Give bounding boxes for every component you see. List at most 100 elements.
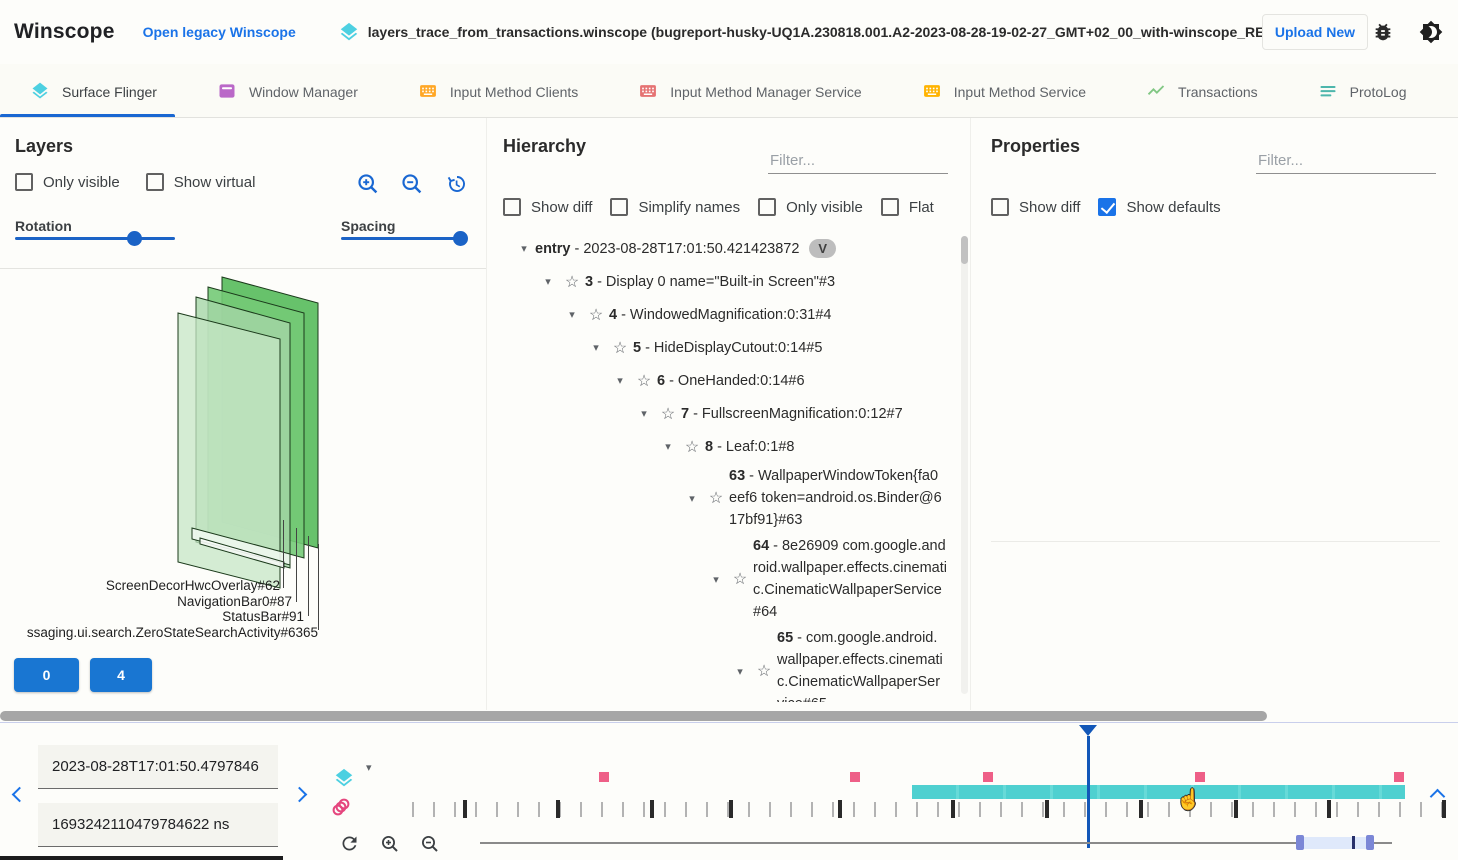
simplify-names-checkbox[interactable]: Simplify names xyxy=(610,198,740,216)
tab-input-method-service[interactable]: Input Method Service xyxy=(892,64,1116,117)
expand-arrow-icon[interactable]: ▾ xyxy=(585,341,607,354)
expand-arrow-icon[interactable]: ▾ xyxy=(609,374,631,387)
checkbox-box[interactable] xyxy=(758,198,776,216)
only-visible-checkbox[interactable]: Only visible xyxy=(758,198,863,216)
transition-marker[interactable] xyxy=(1195,772,1205,782)
expand-arrow-icon[interactable]: ▾ xyxy=(513,242,535,255)
show-diff-checkbox[interactable]: Show diff xyxy=(991,198,1080,216)
checkbox-box[interactable] xyxy=(146,173,164,191)
reset-view-icon[interactable] xyxy=(444,172,468,196)
hierarchy-filter-input[interactable] xyxy=(768,148,948,174)
zoom-slider-range[interactable] xyxy=(1304,837,1366,849)
tree-row[interactable]: ▾☆ 4- WindowedMagnification:0:31#4 xyxy=(487,298,953,331)
prev-entry-button[interactable] xyxy=(12,787,28,803)
timeline-zoom-in-icon[interactable] xyxy=(380,834,402,856)
star-icon[interactable]: ☆ xyxy=(727,569,753,589)
tab-transactions[interactable]: Transactions xyxy=(1116,64,1288,117)
tree-row[interactable]: ▾☆ 5- HideDisplayCutout:0:14#5 xyxy=(487,331,953,364)
expand-arrow-icon[interactable]: ▾ xyxy=(705,573,727,586)
next-entry-button[interactable] xyxy=(292,787,308,803)
zoom-slider-handle-left[interactable] xyxy=(1296,835,1304,850)
display-4-button[interactable]: 4 xyxy=(90,658,152,692)
tab-surface-flinger[interactable]: Surface Flinger xyxy=(0,64,187,117)
hierarchy-scrollbar[interactable] xyxy=(961,236,968,694)
timeline-zoom-out-icon[interactable] xyxy=(420,834,442,856)
transition-marker[interactable] xyxy=(850,772,860,782)
bug-report-icon[interactable] xyxy=(1370,19,1396,45)
transition-marker[interactable] xyxy=(983,772,993,782)
zoom-in-icon[interactable] xyxy=(356,172,380,196)
star-icon[interactable]: ☆ xyxy=(607,338,633,358)
expand-arrow-icon[interactable]: ▾ xyxy=(681,492,703,505)
tree-row[interactable]: ▾☆ 6- OneHanded:0:14#6 xyxy=(487,364,953,397)
active-tab-underline xyxy=(0,114,175,117)
display-0-button[interactable]: 0 xyxy=(14,658,79,692)
timestamp-ns-input[interactable] xyxy=(38,803,278,847)
zoom-slider-track[interactable] xyxy=(480,842,1298,844)
timeline-cursor-head[interactable] xyxy=(1079,725,1097,736)
timestamp-human-input[interactable] xyxy=(38,745,278,789)
winscope-app: Winscope Open legacy Winscope layers_tra… xyxy=(0,0,1458,860)
star-icon[interactable]: ☆ xyxy=(679,437,705,457)
star-icon[interactable]: ☆ xyxy=(703,488,729,508)
3d-layers-view[interactable] xyxy=(0,268,470,598)
show-diff-checkbox[interactable]: Show diff xyxy=(503,198,592,216)
open-legacy-link[interactable]: Open legacy Winscope xyxy=(143,24,296,40)
expand-arrow-icon[interactable]: ▾ xyxy=(561,308,583,321)
transitions-trace-toggle-icon[interactable] xyxy=(330,795,352,817)
zoom-slider-handle-right[interactable] xyxy=(1366,835,1374,850)
tab-window-manager[interactable]: Window Manager xyxy=(187,64,388,117)
layers-trace-toggle-icon[interactable] xyxy=(333,767,355,789)
rotation-slider[interactable] xyxy=(15,237,175,240)
sf-trace-band[interactable] xyxy=(912,785,1405,799)
star-icon[interactable]: ☆ xyxy=(751,661,777,681)
checkbox-box[interactable] xyxy=(15,173,33,191)
expand-arrow-icon[interactable]: ▾ xyxy=(633,407,655,420)
checkbox-box[interactable] xyxy=(503,198,521,216)
checkbox-box[interactable] xyxy=(610,198,628,216)
tree-row[interactable]: ▾☆ 3- Display 0 name="Built-in Screen"#3 xyxy=(487,265,953,298)
checkbox-box[interactable] xyxy=(1098,198,1116,216)
dark-mode-toggle-icon[interactable] xyxy=(1418,19,1444,45)
tree-row-entry[interactable]: ▾ entry- 2023-08-28T17:01:50.421423872 V xyxy=(487,232,953,265)
tab-transitions[interactable]: Tra xyxy=(1436,64,1458,117)
star-icon[interactable]: ☆ xyxy=(631,371,657,391)
tree-row[interactable]: ▾☆ 7- FullscreenMagnification:0:12#7 xyxy=(487,397,953,430)
star-icon[interactable]: ☆ xyxy=(559,272,585,292)
tree-row[interactable]: ▾☆ 64- 8e26909 com.google.android.wallpa… xyxy=(487,533,953,625)
scrollbar-thumb[interactable] xyxy=(961,236,968,264)
expand-arrow-icon[interactable]: ▾ xyxy=(729,665,751,678)
rotation-slider-thumb[interactable] xyxy=(127,231,142,246)
checkbox-box[interactable] xyxy=(881,198,899,216)
zoom-out-icon[interactable] xyxy=(400,172,424,196)
properties-divider xyxy=(991,541,1440,542)
star-icon[interactable]: ☆ xyxy=(583,305,609,325)
show-defaults-checkbox[interactable]: Show defaults xyxy=(1098,198,1220,216)
star-icon[interactable]: ☆ xyxy=(655,404,681,424)
upload-new-button[interactable]: Upload New xyxy=(1262,14,1368,50)
trace-dropdown-caret[interactable]: ▾ xyxy=(366,761,372,774)
expand-arrow-icon[interactable]: ▾ xyxy=(537,275,559,288)
refresh-icon[interactable] xyxy=(339,833,361,855)
tree-row[interactable]: ▾☆ 8- Leaf:0:1#8 xyxy=(487,430,953,463)
tab-protolog[interactable]: ProtoLog xyxy=(1288,64,1437,117)
scrollbar-thumb[interactable] xyxy=(0,711,1267,721)
only-visible-checkbox[interactable]: Only visible xyxy=(15,173,120,191)
spacing-slider[interactable] xyxy=(341,237,467,240)
tree-row[interactable]: ▾☆ 63- WallpaperWindowToken{fa0eef6 toke… xyxy=(487,463,953,533)
timeline-cursor-line[interactable] xyxy=(1087,736,1090,848)
tab-input-method-manager-service[interactable]: Input Method Manager Service xyxy=(608,64,891,117)
tree-row[interactable]: ▾☆ 65- com.google.android.wallpaper.effe… xyxy=(487,625,953,702)
properties-filter-input[interactable] xyxy=(1256,148,1436,174)
flat-checkbox[interactable]: Flat xyxy=(881,198,934,216)
transition-marker[interactable] xyxy=(1394,772,1404,782)
tab-input-method-clients[interactable]: Input Method Clients xyxy=(388,64,608,117)
expand-arrow-icon[interactable]: ▾ xyxy=(657,440,679,453)
hierarchy-panel-title: Hierarchy xyxy=(503,136,586,157)
transition-marker[interactable] xyxy=(599,772,609,782)
checkbox-box[interactable] xyxy=(991,198,1009,216)
checkbox-label: Show defaults xyxy=(1126,199,1220,216)
spacing-slider-thumb[interactable] xyxy=(453,231,468,246)
show-virtual-checkbox[interactable]: Show virtual xyxy=(146,173,256,191)
timeline-ruler[interactable] xyxy=(412,802,1458,817)
